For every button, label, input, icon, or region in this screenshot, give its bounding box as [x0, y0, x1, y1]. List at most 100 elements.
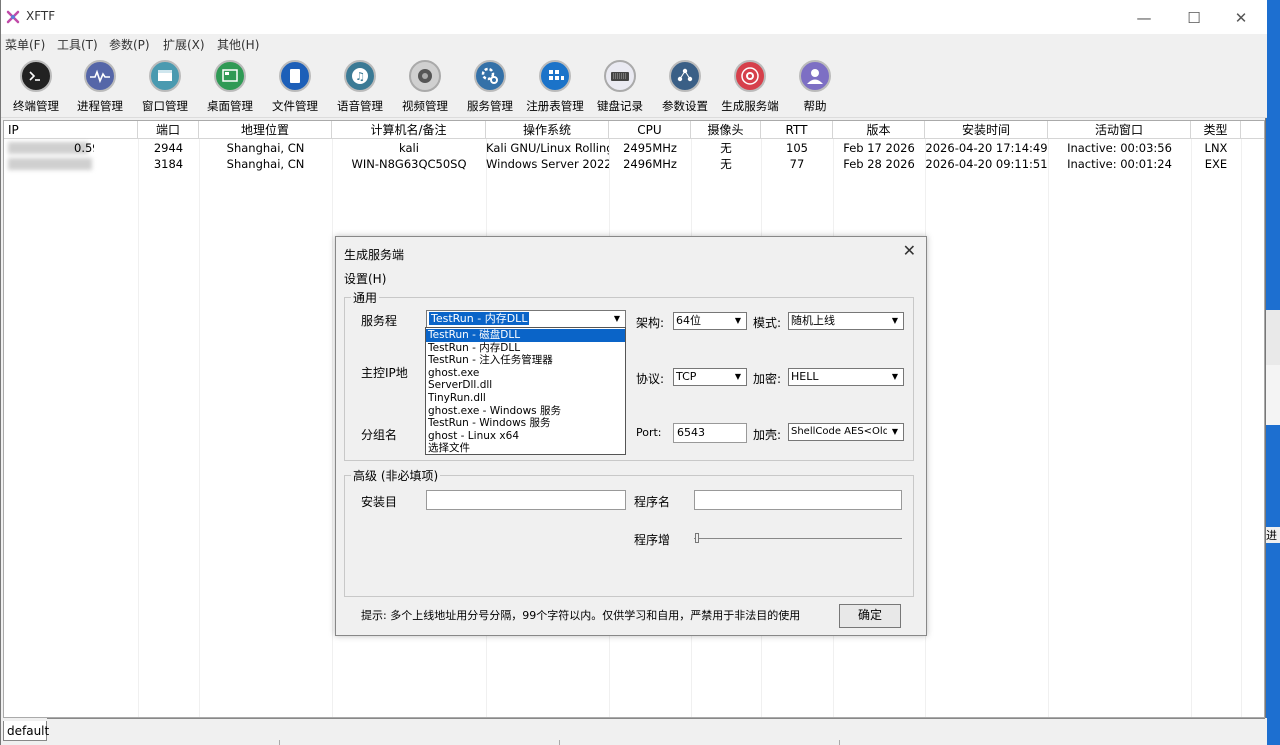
column-header-version[interactable]: 版本 [833, 121, 925, 139]
desktop-icon [214, 60, 246, 92]
ip-redacted [8, 158, 92, 170]
column-header-geo[interactable]: 地理位置 [199, 121, 332, 139]
toolbar-terminal-button[interactable]: 终端管理 [3, 58, 69, 116]
desktop-side-text: 进 [1266, 527, 1280, 543]
program-name-input[interactable] [694, 490, 902, 510]
arch-select[interactable]: 64位 ▼ [673, 312, 747, 330]
pack-select[interactable]: ShellCode AES<Old> ▼ [788, 423, 904, 441]
install-dir-label: 安装目 [361, 495, 398, 509]
column-header-camera[interactable]: 摄像头 [691, 121, 761, 139]
toolbar-label: 终端管理 [13, 99, 59, 113]
toolbar-label: 语音管理 [337, 99, 383, 113]
toolbar-settings-button[interactable]: 参数设置 [652, 58, 718, 116]
toolbar-registry-button[interactable]: 注册表管理 [522, 58, 588, 116]
toolbar-label: 窗口管理 [142, 99, 188, 113]
toolbar-label: 生成服务端 [721, 99, 779, 113]
service-dropdown-list[interactable]: TestRun - 磁盘DLL TestRun - 内存DLL TestRun … [425, 327, 626, 455]
protocol-select[interactable]: TCP ▼ [673, 368, 747, 386]
chevron-down-icon: ▼ [887, 424, 903, 440]
dialog-close-button[interactable]: ✕ [903, 241, 916, 260]
cpu-cell: 2496MHz [623, 157, 677, 171]
program-increment-slider[interactable] [694, 538, 902, 539]
table-row[interactable]: 3184 Shanghai, CN WIN-N8G63QC50SQ Window… [4, 156, 1264, 172]
dropdown-option[interactable]: TestRun - Windows 服务 [426, 417, 625, 430]
column-header-active-window[interactable]: 活动窗口 [1048, 121, 1191, 139]
camera-cell: 无 [720, 141, 732, 155]
mode-select[interactable]: 随机上线 ▼ [788, 312, 904, 330]
toolbar-file-button[interactable]: 文件管理 [262, 58, 328, 116]
toolbar-video-button[interactable]: 视频管理 [392, 58, 458, 116]
column-header-cpu[interactable]: CPU [609, 121, 691, 139]
menu-other[interactable]: 其他(H) [217, 36, 259, 53]
install-time-cell: 2026-04-20 17:14:49 [925, 141, 1048, 155]
status-divider [839, 740, 840, 745]
slider-thumb[interactable] [695, 533, 699, 543]
chevron-down-icon: ▼ [887, 369, 903, 385]
tab-default[interactable]: default [3, 721, 49, 741]
column-header-rtt[interactable]: RTT [761, 121, 833, 139]
window-title: XFTF [26, 9, 56, 23]
hint-text: 提示: 多个上线地址用分号分隔，99个字符以内。仅供学习和自用，严禁用于非法目的… [361, 609, 801, 622]
port-cell: 3184 [153, 157, 184, 171]
minimize-button[interactable]: — [1121, 6, 1167, 30]
column-header-host[interactable]: 计算机名/备注 [332, 121, 486, 139]
close-button[interactable]: ✕ [1218, 6, 1264, 30]
rtt-cell: 77 [789, 157, 805, 171]
dropdown-option[interactable]: TestRun - 磁盘DLL [426, 329, 625, 342]
toolbar-help-button[interactable]: 帮助 [782, 58, 848, 116]
menu-extend[interactable]: 扩展(X) [163, 36, 205, 53]
dropdown-option[interactable]: ghost - Linux x64 [426, 430, 625, 443]
host-cell: kali [399, 141, 419, 155]
toolbar-build-button[interactable]: 生成服务端 [717, 58, 783, 116]
column-divider [332, 139, 333, 717]
dropdown-option[interactable]: TestRun - 注入任务管理器 [426, 354, 625, 367]
tab-strip-line [47, 718, 1265, 719]
ok-button[interactable]: 确定 [839, 604, 901, 628]
menu-file[interactable]: 菜单(F) [5, 36, 45, 53]
column-header-port[interactable]: 端口 [138, 121, 199, 139]
menu-params[interactable]: 参数(P) [109, 36, 150, 53]
column-header-install-time[interactable]: 安装时间 [925, 121, 1048, 139]
dropdown-option[interactable]: ghost.exe [426, 367, 625, 380]
dropdown-option[interactable]: TestRun - 内存DLL [426, 342, 625, 355]
toolbar-label: 进程管理 [77, 99, 123, 113]
dialog-menu-settings[interactable]: 设置(H) [344, 270, 386, 287]
help-icon [799, 60, 831, 92]
build-server-dialog: 生成服务端 ✕ 设置(H) 通用 服务程 TestRun - 内存DLL ▼ 主… [335, 236, 927, 636]
column-divider [1048, 139, 1049, 717]
table-row[interactable]: 0.59 2944 Shanghai, CN kali Kali GNU/Lin… [4, 140, 1264, 156]
build-icon [734, 60, 766, 92]
dropdown-option[interactable]: 选择文件 [426, 442, 625, 455]
column-divider [199, 139, 200, 717]
column-header-ip[interactable]: IP [4, 121, 138, 139]
dropdown-option[interactable]: ghost.exe - Windows 服务 [426, 405, 625, 418]
toolbar-label: 键盘记录 [597, 99, 643, 113]
window-icon [149, 60, 181, 92]
audio-icon: ♫ [344, 60, 376, 92]
dropdown-option[interactable]: ServerDll.dll [426, 379, 625, 392]
column-header-os[interactable]: 操作系统 [486, 121, 609, 139]
toolbar-process-button[interactable]: 进程管理 [67, 58, 133, 116]
install-dir-input[interactable] [426, 490, 626, 510]
port-input[interactable]: 6543 [673, 423, 747, 443]
column-header-type[interactable]: 类型 [1191, 121, 1241, 139]
maximize-button[interactable]: ☐ [1171, 6, 1217, 30]
status-divider [279, 740, 280, 745]
column-divider [138, 139, 139, 717]
menu-tools[interactable]: 工具(T) [57, 36, 98, 53]
cpu-cell: 2495MHz [623, 141, 677, 155]
toolbar: 终端管理 进程管理 窗口管理 桌面管理 文件管理 ♫ 语音管理 视频管理 服务管… [1, 54, 1267, 118]
group-name-label: 分组名 [361, 428, 398, 442]
toolbar-desktop-button[interactable]: 桌面管理 [197, 58, 263, 116]
version-cell: Feb 17 2026 [843, 141, 915, 155]
toolbar-keyboard-button[interactable]: 键盘记录 [587, 58, 653, 116]
toolbar-service-button[interactable]: 服务管理 [457, 58, 523, 116]
service-select[interactable]: TestRun - 内存DLL ▼ [426, 310, 626, 328]
type-cell: LNX [1204, 141, 1228, 155]
toolbar-window-button[interactable]: 窗口管理 [132, 58, 198, 116]
dropdown-option[interactable]: TinyRun.dll [426, 392, 625, 405]
toolbar-audio-button[interactable]: ♫ 语音管理 [327, 58, 393, 116]
encrypt-select[interactable]: HELL ▼ [788, 368, 904, 386]
file-icon [279, 60, 311, 92]
camera-cell: 无 [720, 157, 732, 171]
